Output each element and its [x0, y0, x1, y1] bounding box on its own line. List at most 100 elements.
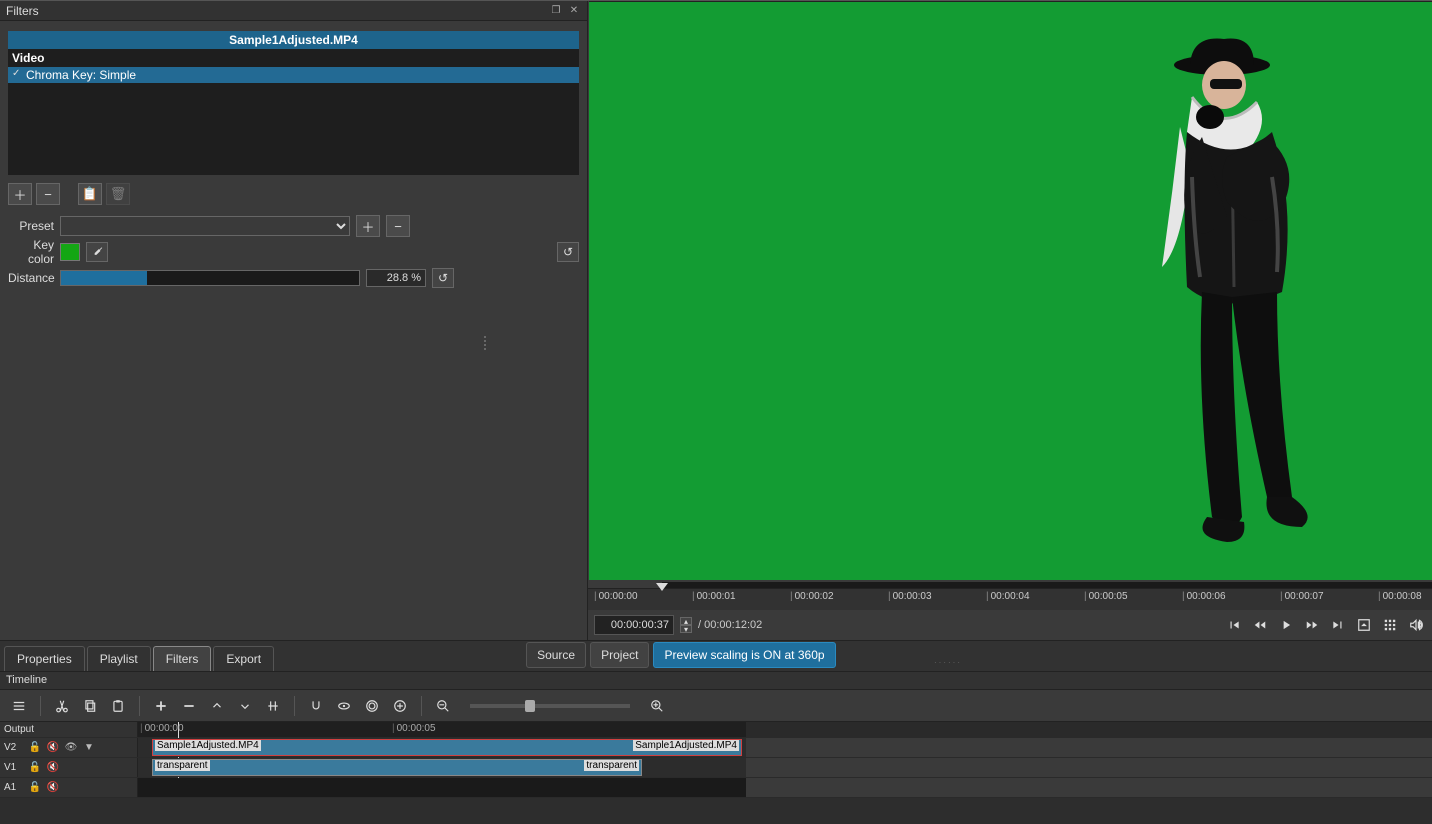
panel-close-icon[interactable]: ✕: [567, 4, 581, 18]
eye-icon[interactable]: 👁: [64, 741, 78, 755]
preset-select[interactable]: [60, 216, 350, 236]
selected-clip-bar[interactable]: Sample1Adjusted.MP4: [8, 31, 579, 49]
tab-properties[interactable]: Properties: [4, 646, 85, 671]
distance-slider[interactable]: [60, 270, 360, 286]
timeline-tick: 00:00:05: [392, 723, 436, 734]
skip-previous-button[interactable]: [1224, 615, 1244, 635]
filter-track-icon[interactable]: ▼: [82, 741, 96, 755]
track-name-a1: A1: [4, 782, 24, 793]
filter-section-video: Video: [8, 49, 579, 67]
key-color-swatch[interactable]: [60, 243, 80, 261]
mute-icon[interactable]: 🔇: [46, 741, 60, 755]
track-v2: V2 🔓 🔇 👁 ▼ Sample1Adjusted.MP4 Sample1Ad…: [0, 738, 1432, 758]
panel-resize-handle[interactable]: [484, 336, 488, 350]
timeline-tracks: Output 00:00:00 00:00:05 V2 🔓 🔇 👁 ▼ Samp…: [0, 722, 1432, 798]
ruler-tick: 00:00:08: [1378, 591, 1422, 602]
filter-params: Preset ＋ − Key color ↺ Distance 28.8 %: [8, 213, 579, 291]
lock-icon[interactable]: 🔓: [28, 741, 42, 755]
track-name-v2: V2: [4, 742, 24, 753]
playhead-indicator[interactable]: [656, 583, 668, 591]
timecode-spinner[interactable]: ▴▾: [680, 617, 692, 633]
timeline-zoom-slider[interactable]: [470, 704, 630, 708]
paste-filter-button[interactable]: 🗑: [106, 183, 130, 205]
track-v2-body[interactable]: Sample1Adjusted.MP4 Sample1Adjusted.MP4: [138, 738, 1432, 757]
distance-label: Distance: [8, 271, 54, 285]
distance-row: Distance 28.8 % ↺: [8, 265, 579, 291]
volume-button[interactable]: [1406, 615, 1426, 635]
filters-panel-header: Filters ❐ ✕: [0, 1, 587, 21]
preview-scaling-badge[interactable]: Preview scaling is ON at 360p: [653, 642, 835, 668]
filter-item-chromakey[interactable]: Chroma Key: Simple: [8, 67, 579, 83]
track-a1-body[interactable]: [138, 778, 1432, 797]
lift-button[interactable]: [206, 695, 228, 717]
panel-undock-icon[interactable]: ❐: [549, 4, 563, 18]
snap-button[interactable]: [305, 695, 327, 717]
zoom-out-button[interactable]: [432, 695, 454, 717]
filters-panel-title: Filters: [6, 4, 39, 18]
ruler-tick: 00:00:02: [790, 591, 834, 602]
current-timecode[interactable]: 00:00:00:37: [594, 615, 674, 635]
preset-label: Preset: [8, 219, 54, 233]
project-button[interactable]: Project: [590, 642, 649, 668]
ripple-button[interactable]: [361, 695, 383, 717]
cut-button[interactable]: [51, 695, 73, 717]
preview-video[interactable]: [589, 1, 1432, 580]
distance-value[interactable]: 28.8 %: [366, 269, 426, 287]
track-v1-body[interactable]: transparent transparent: [138, 758, 1432, 777]
append-button[interactable]: [150, 695, 172, 717]
timeline-toolbar: [0, 690, 1432, 722]
timeline-menu-button[interactable]: [8, 695, 30, 717]
preview-subject: [1132, 37, 1342, 577]
tab-filters[interactable]: Filters: [153, 646, 212, 671]
ruler-tick: 00:00:06: [1182, 591, 1226, 602]
ripple-all-button[interactable]: [389, 695, 411, 717]
split-button[interactable]: [262, 695, 284, 717]
source-button[interactable]: Source: [526, 642, 586, 668]
copy-filter-button[interactable]: 📋: [78, 183, 102, 205]
paste-clip-button[interactable]: [107, 695, 129, 717]
ruler-tick: 00:00:07: [1280, 591, 1324, 602]
filter-list[interactable]: Video Chroma Key: Simple: [8, 49, 579, 175]
lock-icon[interactable]: 🔓: [28, 781, 42, 795]
preview-area: 00:00:00 00:00:01 00:00:02 00:00:03 00:0…: [588, 1, 1432, 640]
transport-bar: 00:00:00:37 ▴▾ / 00:00:12:02: [588, 610, 1432, 640]
scrub-audio-button[interactable]: [333, 695, 355, 717]
timeline-panel: Timeline Output 00:00:00 00:00:05: [0, 672, 1432, 798]
ruler-tick: 00:00:05: [1084, 591, 1128, 602]
mute-icon[interactable]: 🔇: [46, 761, 60, 775]
skip-next-button[interactable]: [1328, 615, 1348, 635]
remove-filter-button[interactable]: −: [36, 183, 60, 205]
copy-clip-button[interactable]: [79, 695, 101, 717]
ripple-delete-button[interactable]: [178, 695, 200, 717]
overwrite-button[interactable]: [234, 695, 256, 717]
key-color-row: Key color ↺: [8, 239, 579, 265]
ruler-tick: 00:00:03: [888, 591, 932, 602]
preset-remove-button[interactable]: −: [386, 215, 410, 237]
preview-ruler[interactable]: 00:00:00 00:00:01 00:00:02 00:00:03 00:0…: [588, 588, 1432, 610]
timeline-ruler[interactable]: 00:00:00 00:00:05: [138, 722, 1432, 737]
track-v1: V1 🔓 🔇 transparent transparent: [0, 758, 1432, 778]
lock-icon[interactable]: 🔓: [28, 761, 42, 775]
play-button[interactable]: [1276, 615, 1296, 635]
key-color-reset-button[interactable]: ↺: [557, 242, 579, 262]
add-filter-button[interactable]: ＋: [8, 183, 32, 205]
zoom-in-button[interactable]: [646, 695, 668, 717]
rewind-button[interactable]: [1250, 615, 1270, 635]
eyedropper-button[interactable]: [86, 242, 108, 262]
mute-icon[interactable]: 🔇: [46, 781, 60, 795]
fast-forward-button[interactable]: [1302, 615, 1322, 635]
tab-export[interactable]: Export: [213, 646, 274, 671]
zoom-dropdown-button[interactable]: [1354, 615, 1374, 635]
tab-playlist[interactable]: Playlist: [87, 646, 151, 671]
distance-reset-button[interactable]: ↺: [432, 268, 454, 288]
filter-list-toolbar: ＋ − 📋 🗑: [8, 183, 579, 205]
ruler-tick: 00:00:01: [692, 591, 736, 602]
timeline-output-row: Output 00:00:00 00:00:05: [0, 722, 1432, 738]
clip-v2[interactable]: Sample1Adjusted.MP4 Sample1Adjusted.MP4: [152, 739, 742, 756]
preset-add-button[interactable]: ＋: [356, 215, 380, 237]
drag-dots-icon[interactable]: ······: [934, 658, 962, 667]
ruler-tick: 00:00:00: [594, 591, 638, 602]
clip-v1[interactable]: transparent transparent: [152, 759, 642, 776]
output-label: Output: [4, 724, 34, 735]
grid-dropdown-button[interactable]: [1380, 615, 1400, 635]
